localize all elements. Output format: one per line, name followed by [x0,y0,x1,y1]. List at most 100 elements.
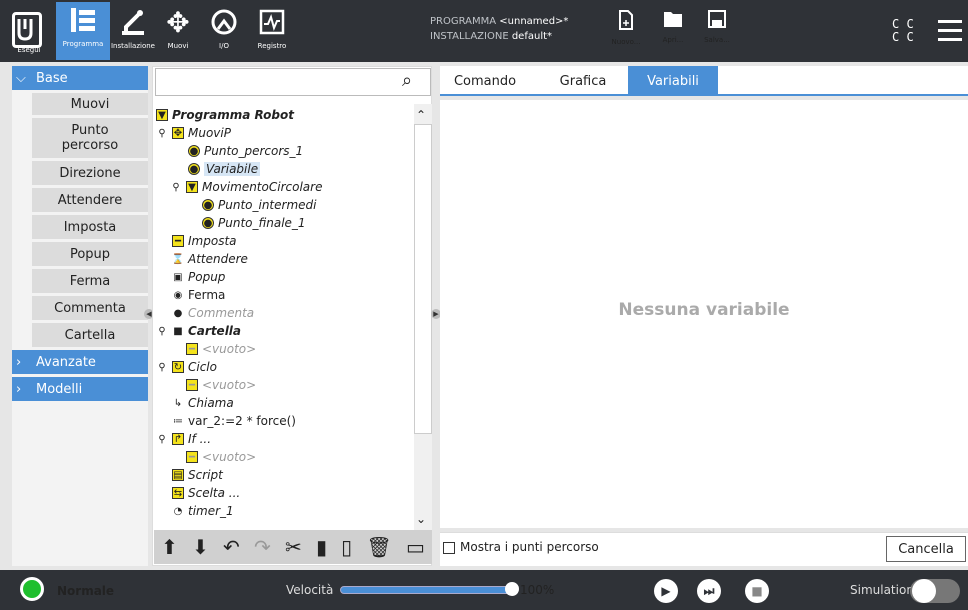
tree-node-assignment[interactable]: ≔ var_2:=2 * force() [172,412,296,430]
cancel-button[interactable]: Cancella [886,536,966,562]
tree-node-label: Punto_finale_1 [218,216,306,230]
nav-programma[interactable]: Programma [56,2,110,60]
speed-label: Velocità [286,583,334,597]
tree-node-chiama[interactable]: ↳ Chiama [172,394,234,412]
nav-esegui[interactable]: Esegui [4,44,54,60]
redo-icon[interactable]: ↷ [254,535,271,559]
program-label: PROGRAMMA [430,16,497,27]
status-indicator-icon[interactable] [20,577,44,601]
sidebar-item-popup[interactable]: Popup [32,242,148,266]
nav-io[interactable]: I/O [204,4,244,60]
tree-node-muovip[interactable]: ⚲ ✥ MuoviP [156,124,231,142]
cc-indicator: C C C C [892,18,914,44]
empty-variables-message: Nessuna variabile [618,300,790,320]
speed-slider-handle[interactable] [505,582,519,596]
tree-node-imposta[interactable]: ━ Imposta [172,232,237,250]
nav-registro[interactable]: Registro [252,4,292,60]
tree-node-label: Cartella [188,324,242,338]
ur-logo [12,12,42,48]
tree-node-popup[interactable]: ▣ Popup [172,268,225,286]
tree-node-commenta[interactable]: ● Commenta [172,304,255,322]
tree-node-ciclo[interactable]: ⚲ ↻ Ciclo [156,358,217,376]
sidebar-item-punto-percorso[interactable]: Punto percorso [32,118,148,158]
tree-node-variabile[interactable]: ● Variabile [188,160,261,178]
tree-node-ferma[interactable]: ◉ Ferma [172,286,226,304]
tree-node-label: Ciclo [188,360,217,374]
cc-line-2: C C [892,30,914,44]
new-button[interactable]: Nuovo... [609,10,643,46]
scroll-down-icon[interactable]: ⌄ [416,512,426,526]
tree-node-script[interactable]: ▤ Script [172,466,223,484]
nav-muovi-label: Muovi [167,42,189,50]
cut-icon[interactable]: ✂ [285,535,302,559]
nav-muovi[interactable]: ✥ Muovi [158,4,198,60]
tree-node-attendere[interactable]: ⌛ Attendere [172,250,248,268]
sidebar-item-cartella[interactable]: Cartella [32,323,148,347]
tree-node-end-point[interactable]: ● Punto_finale_1 [202,214,306,232]
hamburger-menu-icon[interactable] [938,20,962,42]
tree-node-empty[interactable]: ━ <vuoto> [186,340,256,358]
sidebar-item-ferma[interactable]: Ferma [32,269,148,293]
speed-slider[interactable] [340,586,512,594]
simulation-toggle-knob[interactable] [912,579,936,603]
tree-toolbar: ⬆ ⬇ ↶ ↷ ✂ ▮ ▯ 🗑 ▭ [154,530,432,564]
tab-variabili[interactable]: Variabili [628,66,718,96]
open-label: Apri... [662,36,684,44]
suppress-icon[interactable]: ▭ [406,535,425,559]
tree-node-label: Attendere [188,252,248,266]
move-up-icon[interactable]: ⬆ [161,535,178,559]
chevron-right-icon: › [16,354,22,370]
section-avanzate[interactable]: › Avanzate [12,350,148,374]
empty-icon: ━ [186,379,198,391]
node-sidebar: ⌵ Base Muovi Punto percorso Direzione Att… [12,66,148,566]
program-name: <unnamed>* [499,16,569,27]
show-waypoints-checkbox[interactable] [443,542,455,554]
tree-search-input[interactable] [155,68,431,96]
program-tree-icon [56,2,110,38]
tree-node-waypoint-1[interactable]: ● Punto_percors_1 [188,142,303,160]
nav-programma-label: Programma [62,40,104,48]
tree-node-timer[interactable]: ◔ timer_1 [172,502,234,520]
loop-icon: ↻ [172,361,184,373]
sidebar-item-imposta[interactable]: Imposta [32,215,148,239]
call-icon: ↳ [173,397,183,409]
save-button[interactable]: Salva... [700,10,734,44]
search-icon[interactable]: ⌕ [402,70,412,91]
move-down-icon[interactable]: ⬇ [192,535,209,559]
tree-node-circular-move[interactable]: ⚲ ▼ MovimentoCircolare [170,178,322,196]
sidebar-item-muovi[interactable]: Muovi [32,93,148,115]
installation-label: INSTALLAZIONE [430,31,509,42]
tree-node-if[interactable]: ⚲ ↱ If ... [156,430,211,448]
chevron-right-icon: › [16,381,22,397]
nav-installazione[interactable]: Installazione [110,4,156,60]
undo-icon[interactable]: ↶ [223,535,240,559]
paste-icon[interactable]: ▯ [341,535,352,559]
sidebar-item-attendere[interactable]: Attendere [32,188,148,212]
show-waypoints-label[interactable]: Mostra i punti percorso [460,540,599,554]
section-modelli[interactable]: › Modelli [12,377,148,401]
tree-node-label: If ... [188,432,212,446]
switch-icon: ⇆ [172,487,184,499]
tree-node-empty[interactable]: ━ <vuoto> [186,448,256,466]
tree-scrollbar-thumb[interactable] [414,124,432,434]
sidebar-item-direzione[interactable]: Direzione [32,161,148,185]
tab-bar: Comando Grafica Variabili [440,66,968,96]
scroll-up-icon[interactable]: ⌃ [416,108,426,122]
section-base[interactable]: ⌵ Base [12,66,148,90]
stop-button[interactable]: ■ [745,579,769,603]
tree-root[interactable]: ▼ Programma Robot [156,106,294,124]
tree-node-via-point[interactable]: ● Punto_intermedi [202,196,316,214]
play-button[interactable]: ▶ [654,579,678,603]
tree-node-cartella[interactable]: ⚲ ■ Cartella [156,322,241,340]
copy-icon[interactable]: ▮ [316,535,327,559]
nav-esegui-label: Esegui [17,46,41,54]
step-button[interactable]: ⏭ [697,579,721,603]
tree-node-empty[interactable]: ━ <vuoto> [186,376,256,394]
folder-icon: ■ [173,325,183,337]
open-button[interactable]: Apri... [656,10,690,44]
tree-node-scelta[interactable]: ⇆ Scelta ... [172,484,240,502]
sidebar-item-commenta[interactable]: Commenta [32,296,148,320]
tab-comando[interactable]: Comando [440,66,530,96]
delete-icon[interactable]: 🗑 [366,535,391,559]
tab-grafica[interactable]: Grafica [538,66,628,96]
